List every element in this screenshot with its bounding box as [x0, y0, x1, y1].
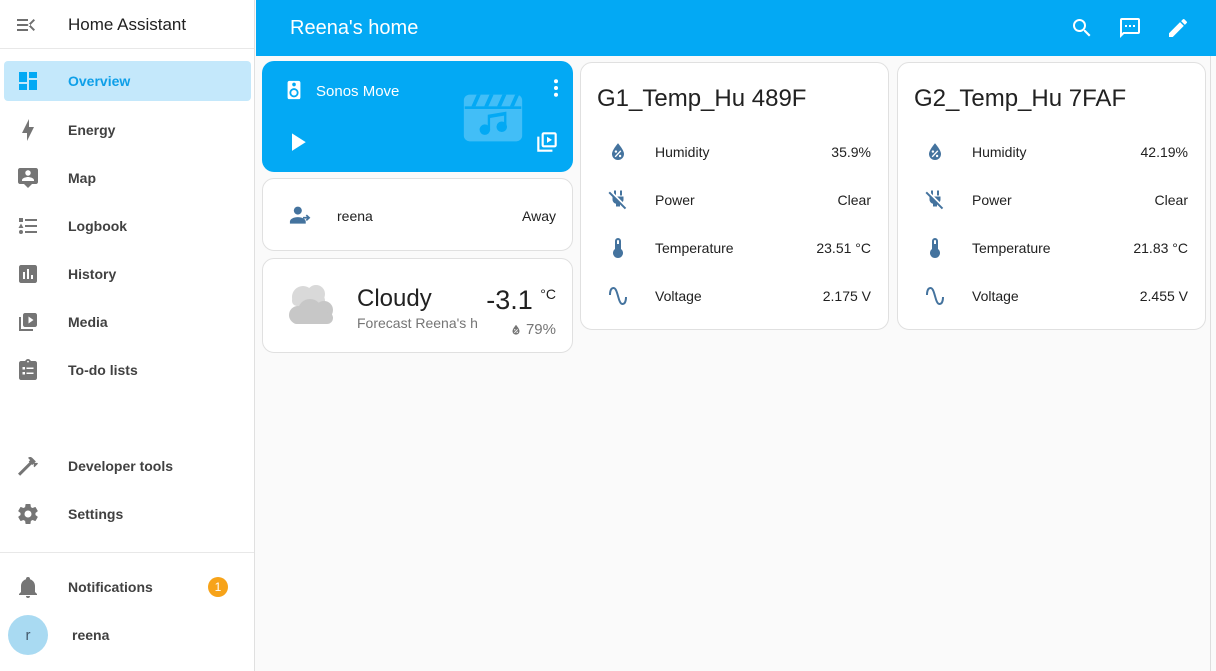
sidebar: Home Assistant Overview Energy Map Logbo… — [0, 0, 255, 671]
person-state: Away — [522, 208, 556, 224]
weather-humidity: 79% — [509, 321, 556, 338]
search-icon[interactable] — [1070, 16, 1094, 40]
sidebar-item-map[interactable]: Map — [4, 158, 251, 198]
cloudy-icon — [279, 273, 345, 337]
speaker-icon — [283, 79, 305, 101]
water-percent-icon — [923, 140, 947, 164]
sidebar-item-profile[interactable]: r reena — [4, 615, 251, 655]
notification-badge: 1 — [208, 577, 228, 597]
edit-pencil-icon[interactable] — [1166, 16, 1190, 40]
sidebar-item-history[interactable]: History — [4, 254, 251, 294]
sensor-card-g1: G1_Temp_Hu 489F Humidity 35.9% Power Cle… — [580, 62, 889, 330]
hammer-icon — [16, 454, 40, 478]
sine-wave-icon — [923, 284, 947, 308]
clipboard-list-icon — [16, 358, 40, 382]
sidebar-item-todo-lists[interactable]: To-do lists — [4, 350, 251, 390]
entity-row-temperature[interactable]: Temperature 21.83 °C — [898, 224, 1205, 272]
water-percent-icon — [606, 140, 630, 164]
avatar: r — [8, 615, 48, 655]
cog-icon — [16, 502, 40, 526]
sensor-card-g2: G2_Temp_Hu 7FAF Humidity 42.19% Power Cl… — [897, 62, 1206, 330]
entity-row-voltage[interactable]: Voltage 2.175 V — [581, 272, 888, 320]
sidebar-divider — [0, 552, 254, 553]
weather-card[interactable]: Cloudy Forecast Reena's h… -3.1 °C 79% — [262, 258, 573, 353]
media-entity-name: Sonos Move — [316, 83, 400, 100]
weather-forecast-label: Forecast Reena's h… — [357, 315, 479, 331]
entity-row-voltage[interactable]: Voltage 2.455 V — [898, 272, 1205, 320]
sidebar-item-developer-tools[interactable]: Developer tools — [4, 446, 251, 486]
media-player-card[interactable]: Sonos Move — [262, 61, 573, 172]
sidebar-item-settings[interactable]: Settings — [4, 494, 251, 534]
sidebar-item-logbook[interactable]: Logbook — [4, 206, 251, 246]
dashboard-view: Sonos Move reena Away Cloudy Forecast Re… — [256, 56, 1216, 671]
view-dashboard-icon — [16, 69, 40, 93]
weather-condition: Cloudy — [357, 285, 432, 312]
play-icon[interactable] — [282, 127, 312, 157]
sidebar-item-media[interactable]: Media — [4, 302, 251, 342]
sidebar-item-energy[interactable]: Energy — [4, 110, 251, 150]
movie-music-icon — [458, 83, 528, 149]
account-arrow-right-icon — [287, 203, 313, 229]
bell-icon — [16, 575, 40, 599]
water-percent-icon — [509, 323, 523, 337]
assist-chat-icon[interactable] — [1118, 16, 1142, 40]
card-title: G2_Temp_Hu 7FAF — [914, 85, 1127, 112]
app-title: Home Assistant — [68, 15, 187, 34]
person-name: reena — [337, 208, 373, 224]
menu-open-icon[interactable] — [14, 13, 38, 37]
tooltip-account-icon — [16, 166, 40, 190]
sidebar-item-notifications[interactable]: Notifications 1 — [4, 567, 251, 607]
sidebar-header: Home Assistant — [0, 0, 254, 49]
sidebar-item-overview[interactable]: Overview — [4, 61, 251, 101]
power-plug-off-icon — [606, 188, 630, 212]
thermometer-icon — [606, 236, 630, 260]
dots-vertical-icon[interactable] — [544, 76, 568, 100]
entity-row-temperature[interactable]: Temperature 23.51 °C — [581, 224, 888, 272]
scrollbar-track[interactable] — [1210, 56, 1211, 671]
bulleted-list-icon — [16, 214, 40, 238]
thermometer-icon — [923, 236, 947, 260]
entity-row-power[interactable]: Power Clear — [581, 176, 888, 224]
card-title: G1_Temp_Hu 489F — [597, 85, 807, 112]
play-box-multiple-icon — [16, 310, 40, 334]
lightning-bolt-icon — [16, 118, 40, 142]
power-plug-off-icon — [923, 188, 947, 212]
page-title: Reena's home — [290, 17, 419, 39]
person-card[interactable]: reena Away — [262, 178, 573, 251]
sine-wave-icon — [606, 284, 630, 308]
entity-row-humidity[interactable]: Humidity 42.19% — [898, 128, 1205, 176]
entity-row-humidity[interactable]: Humidity 35.9% — [581, 128, 888, 176]
app-header: Reena's home — [256, 0, 1216, 56]
entity-row-power[interactable]: Power Clear — [898, 176, 1205, 224]
chart-box-icon — [16, 262, 40, 286]
browse-media-icon[interactable] — [534, 129, 560, 155]
weather-temperature: -3.1 °C — [486, 285, 556, 315]
